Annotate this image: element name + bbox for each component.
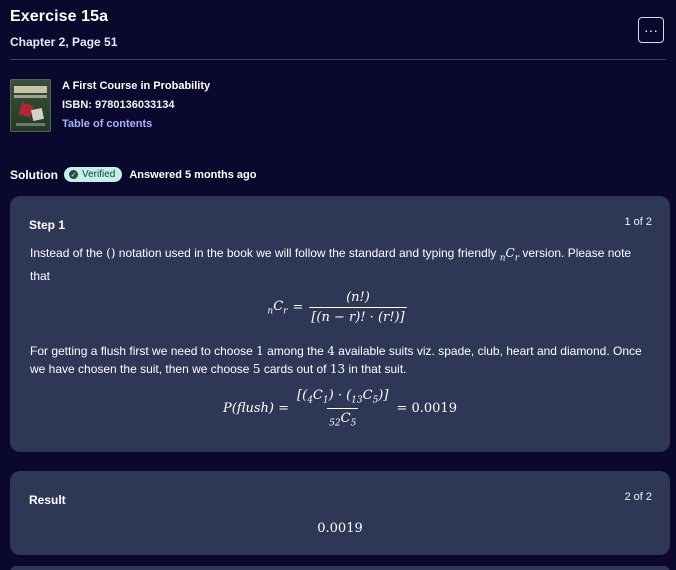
step-paragraph-1: Instead of the () notation used in the b…: [30, 246, 632, 284]
verified-label: Verified: [82, 169, 116, 180]
step-card: Step 1 1 of 2 Instead of the () notation…: [10, 196, 670, 452]
result-label: Result: [29, 493, 66, 507]
next-section-edge: [10, 566, 670, 570]
step-counter: 1 of 2: [624, 216, 652, 228]
book-isbn: ISBN: 9780136033134: [62, 99, 175, 111]
cover-title-band: [14, 86, 47, 93]
chapter-subtitle: Chapter 2, Page 51: [10, 35, 118, 49]
ncr-notation: nCr: [499, 246, 520, 264]
exercise-header: Exercise 15a Chapter 2, Page 51 ···: [10, 8, 666, 60]
result-counter: 2 of 2: [624, 491, 652, 503]
step-label: Step 1: [29, 218, 66, 232]
textbook-info: A First Course in Probability ISBN: 9780…: [10, 79, 210, 132]
book-cover[interactable]: [10, 79, 51, 132]
solution-row: Solution ✓ Verified Answered 5 months ag…: [10, 167, 257, 182]
combination-formula: nCr = (n!) [(n − r)! · (r!)]: [267, 290, 407, 325]
flush-numerator: [(4C1) · (13C5)]: [297, 388, 389, 406]
verified-badge: ✓ Verified: [64, 167, 123, 182]
book-title[interactable]: A First Course in Probability: [62, 80, 210, 92]
more-horizontal-icon: ···: [644, 22, 658, 38]
result-value: 0.0019: [317, 521, 363, 536]
answered-time: Answered 5 months ago: [129, 168, 257, 181]
verified-check-icon: ✓: [69, 170, 78, 179]
more-options-button[interactable]: ···: [638, 17, 664, 43]
page-title: Exercise 15a: [10, 8, 109, 25]
step-paragraph-2: For getting a flush first we need to cho…: [30, 344, 642, 376]
cover-dice-white: [30, 107, 45, 122]
cover-author-band: [16, 123, 45, 126]
flush-denominator: 52C5: [327, 407, 359, 428]
flush-probability-formula: P(flush) = [(4C1) · (13C5)] 52C5 = 0.001…: [223, 388, 457, 429]
solution-label: Solution: [10, 167, 58, 182]
table-of-contents-link[interactable]: Table of contents: [62, 118, 210, 130]
result-card: Result 2 of 2 0.0019: [10, 471, 670, 555]
cover-subtitle-band: [14, 95, 47, 98]
